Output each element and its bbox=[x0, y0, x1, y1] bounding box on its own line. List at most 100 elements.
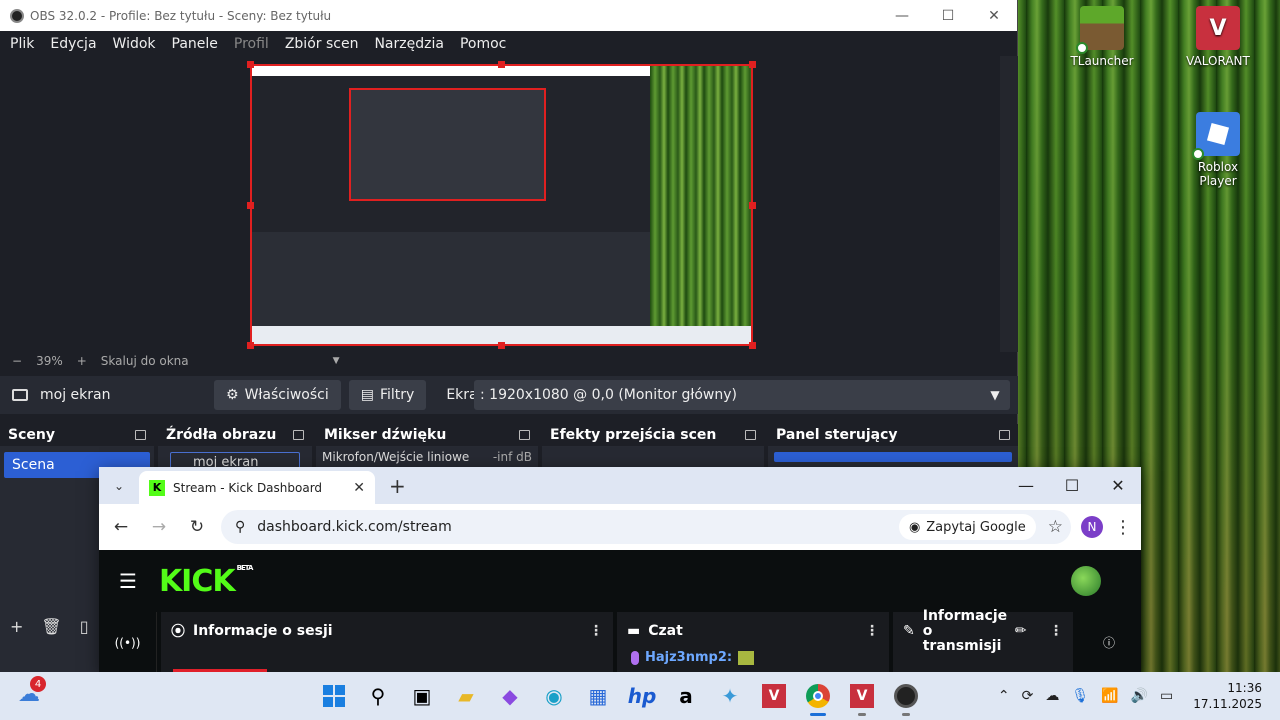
close-button[interactable]: ✕ bbox=[971, 0, 1017, 31]
info-icon[interactable]: ⓘ bbox=[1077, 612, 1141, 673]
undock-icon[interactable] bbox=[745, 430, 756, 440]
resize-handle[interactable] bbox=[749, 342, 756, 349]
desktop-icon-valorant[interactable]: V VALORANT bbox=[1178, 6, 1258, 68]
back-arrow-icon[interactable]: ← bbox=[107, 517, 135, 537]
panel-title: Informacje o sesji bbox=[193, 623, 333, 639]
zoom-out-button[interactable]: − bbox=[12, 354, 22, 368]
fit-to-window-button[interactable]: Skaluj do okna bbox=[101, 354, 189, 368]
kick-favicon-icon: K bbox=[149, 479, 165, 496]
chat-username[interactable]: Hajz3nmp2: bbox=[645, 650, 732, 665]
filters-button[interactable]: ▤ Filtry bbox=[348, 380, 427, 410]
menu-widok[interactable]: Widok bbox=[113, 36, 156, 52]
windows-start-icon[interactable] bbox=[312, 674, 356, 718]
kick-logo[interactable]: KICK BETA bbox=[159, 563, 254, 599]
forward-arrow-icon[interactable]: → bbox=[145, 517, 173, 537]
undock-icon[interactable] bbox=[999, 430, 1010, 440]
m365-icon[interactable]: ◆ bbox=[488, 674, 532, 718]
profile-avatar[interactable]: N bbox=[1081, 516, 1103, 538]
chrome-close-button[interactable]: ✕ bbox=[1095, 476, 1141, 495]
bookmark-star-icon[interactable]: ☆ bbox=[1048, 517, 1063, 537]
preview-source-frame[interactable] bbox=[250, 64, 753, 346]
delete-scene-button[interactable]: 🗑 bbox=[41, 617, 61, 636]
onedrive-icon[interactable]: ☁ bbox=[1045, 688, 1059, 704]
resize-handle[interactable] bbox=[247, 342, 254, 349]
hp-icon[interactable]: hp bbox=[620, 674, 664, 718]
clock[interactable]: 11:36 17.11.2025 bbox=[1193, 680, 1262, 712]
filters-label: Filtry bbox=[379, 387, 415, 403]
ask-google-chip[interactable]: ◉ Zapytaj Google bbox=[898, 514, 1036, 540]
store-icon[interactable]: ▦ bbox=[576, 674, 620, 718]
file-explorer-icon[interactable]: ▰ bbox=[444, 674, 488, 718]
undock-icon[interactable] bbox=[519, 430, 530, 440]
chrome-maximize-button[interactable]: ☐ bbox=[1049, 476, 1095, 495]
preview-canvas[interactable] bbox=[0, 56, 1000, 352]
menu-edycja[interactable]: Edycja bbox=[50, 36, 96, 52]
edge-icon[interactable]: ◉ bbox=[532, 674, 576, 718]
amazon-icon[interactable]: a bbox=[664, 674, 708, 718]
more-menu-icon[interactable]: ⋮ bbox=[1113, 517, 1133, 538]
broadcast-icon[interactable]: ((•)) bbox=[99, 612, 157, 673]
site-settings-icon[interactable]: ⚲ bbox=[235, 519, 245, 535]
desktop-icon-tlauncher[interactable]: TLauncher bbox=[1062, 6, 1142, 68]
edit-icon[interactable]: ✏ bbox=[1015, 623, 1027, 639]
add-scene-button[interactable]: + bbox=[10, 617, 23, 636]
user-avatar[interactable] bbox=[1071, 566, 1101, 596]
sync-icon[interactable]: ⟳ bbox=[1022, 688, 1034, 704]
resize-handle[interactable] bbox=[749, 202, 756, 209]
resize-handle[interactable] bbox=[498, 342, 505, 349]
lens-icon: ◉ bbox=[908, 519, 921, 535]
preview-scrollbar[interactable] bbox=[1000, 56, 1018, 352]
undock-icon[interactable] bbox=[293, 430, 304, 440]
chrome-icon[interactable] bbox=[796, 674, 840, 718]
tab-search-button[interactable]: ⌄ bbox=[107, 474, 131, 498]
desktop-icon-label: VALORANT bbox=[1186, 54, 1250, 68]
panel-menu-icon[interactable]: ⋮ bbox=[1049, 623, 1063, 639]
task-view-icon[interactable]: ▣ bbox=[400, 674, 444, 718]
battery-icon[interactable]: ▭ bbox=[1160, 688, 1173, 704]
properties-button[interactable]: ⚙ Właściwości bbox=[214, 380, 341, 410]
minimize-button[interactable]: — bbox=[879, 0, 925, 31]
hamburger-menu-icon[interactable]: ☰ bbox=[119, 569, 137, 593]
chrome-minimize-button[interactable]: — bbox=[1003, 476, 1049, 495]
resize-handle[interactable] bbox=[498, 61, 505, 68]
resize-handle[interactable] bbox=[247, 202, 254, 209]
filter-scene-button[interactable]: ▯ bbox=[80, 617, 89, 636]
panel-menu-icon[interactable]: ⋮ bbox=[589, 623, 603, 639]
beta-badge: BETA bbox=[236, 563, 254, 572]
session-info-panel: ⦿ Informacje o sesji ⋮ bbox=[161, 612, 613, 673]
wifi-icon[interactable]: 📶 bbox=[1101, 688, 1118, 704]
resize-handle[interactable] bbox=[749, 61, 756, 68]
microphone-icon[interactable]: 🎙 bbox=[1071, 688, 1089, 704]
notification-badge: 4 bbox=[30, 676, 46, 692]
menu-profil[interactable]: Profil bbox=[234, 36, 269, 52]
menu-zbior-scen[interactable]: Zbiór scen bbox=[285, 36, 359, 52]
panel-menu-icon[interactable]: ⋮ bbox=[865, 623, 879, 639]
new-tab-button[interactable]: + bbox=[389, 474, 406, 498]
zoom-in-button[interactable]: + bbox=[77, 354, 87, 368]
reload-icon[interactable]: ↻ bbox=[183, 517, 211, 537]
start-streaming-button[interactable] bbox=[774, 452, 1012, 462]
tab-kick-dashboard[interactable]: K Stream - Kick Dashboard ✕ bbox=[139, 471, 375, 504]
menu-plik[interactable]: Plik bbox=[10, 36, 34, 52]
zoom-dropdown-icon[interactable]: ▼ bbox=[333, 356, 340, 366]
menu-panele[interactable]: Panele bbox=[172, 36, 218, 52]
search-icon[interactable]: ⚲ bbox=[356, 674, 400, 718]
chevron-up-icon[interactable]: ⌃ bbox=[998, 688, 1010, 704]
maximize-button[interactable]: ☐ bbox=[925, 0, 971, 31]
obs-titlebar[interactable]: OBS 32.0.2 - Profile: Bez tytułu - Sceny… bbox=[0, 0, 1017, 31]
stream-info-panel: ✎ Informacje o transmisji ✏ ⋮ bbox=[893, 608, 1073, 673]
copilot-icon[interactable]: ✦ bbox=[708, 674, 752, 718]
obs-icon[interactable] bbox=[884, 674, 928, 718]
screen-select[interactable]: : 1920x1080 @ 0,0 (Monitor główny) ▼ bbox=[474, 380, 1010, 410]
resize-handle[interactable] bbox=[247, 61, 254, 68]
close-tab-icon[interactable]: ✕ bbox=[353, 480, 365, 496]
volume-icon[interactable]: 🔊 bbox=[1131, 688, 1148, 704]
address-bar[interactable]: ⚲ dashboard.kick.com/stream ◉ Zapytaj Go… bbox=[221, 510, 1071, 544]
widgets-icon[interactable]: ☁ 4 bbox=[18, 676, 46, 710]
menu-narzedzia[interactable]: Narzędzia bbox=[374, 36, 443, 52]
valorant-running-icon[interactable]: V bbox=[840, 674, 884, 718]
menu-pomoc[interactable]: Pomoc bbox=[460, 36, 506, 52]
desktop-icon-roblox[interactable]: Roblox Player bbox=[1178, 112, 1258, 188]
valorant-taskbar-icon[interactable]: V bbox=[752, 674, 796, 718]
undock-icon[interactable] bbox=[135, 430, 146, 440]
